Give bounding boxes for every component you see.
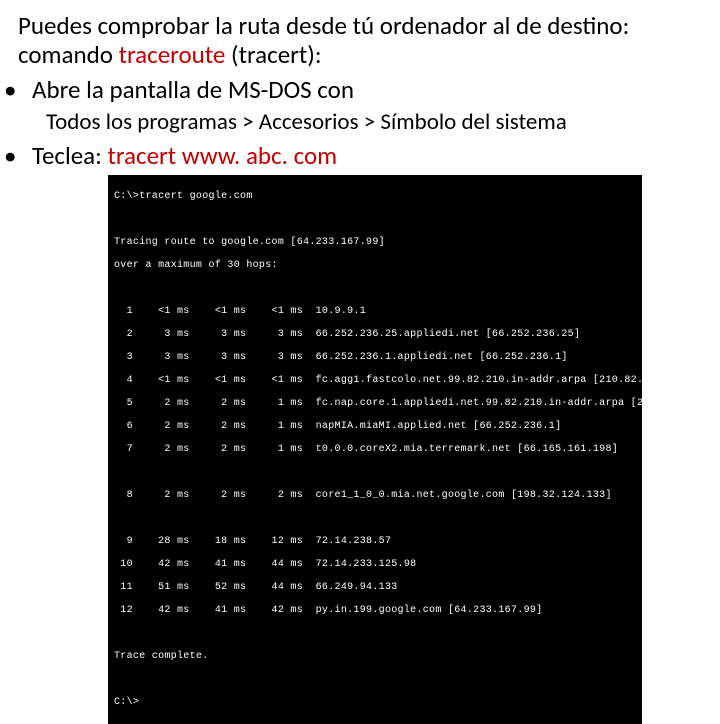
terminal-hop: 5 2 ms 2 ms 1 ms fc.nap.core.1.appliedi.… xyxy=(114,398,636,410)
terminal-prompt: C:\> xyxy=(114,697,636,709)
terminal-blank xyxy=(114,214,636,226)
terminal-window: C:\>tracert google.com Tracing route to … xyxy=(108,175,642,724)
intro-part-c: (tracert): xyxy=(225,39,321,70)
intro-text: Puedes comprobar la ruta desde tú ordena… xyxy=(18,12,702,70)
nav-path: Todos los programas > Accesorios > Símbo… xyxy=(46,108,702,136)
bullet-dot: • xyxy=(18,76,32,105)
bullet-2-a: Teclea: xyxy=(32,140,107,171)
terminal-trace-header: Tracing route to google.com [64.233.167.… xyxy=(114,237,636,249)
bullet-1: •Abre la pantalla de MS-DOS con xyxy=(32,76,702,105)
terminal-hop xyxy=(114,513,636,525)
bullet-2-command: tracert www. abc. com xyxy=(107,140,337,171)
terminal-hop: 12 42 ms 41 ms 42 ms py.in.199.google.co… xyxy=(114,605,636,617)
terminal-complete: Trace complete. xyxy=(114,651,636,663)
terminal-hop: 10 42 ms 41 ms 44 ms 72.14.233.125.98 xyxy=(114,559,636,571)
terminal-trace-maxhops: over a maximum of 30 hops: xyxy=(114,260,636,272)
terminal-hop: 7 2 ms 2 ms 1 ms t0.0.0.coreX2.mia.terre… xyxy=(114,444,636,456)
intro-part-a: Puedes comprobar la ruta desde tú ordena… xyxy=(18,10,629,70)
terminal-blank xyxy=(114,628,636,640)
terminal-prompt: C:\>tracert google.com xyxy=(114,191,636,203)
terminal-hop: 9 28 ms 18 ms 12 ms 72.14.238.57 xyxy=(114,536,636,548)
intro-traceroute: traceroute xyxy=(119,39,226,70)
terminal-hop: 1 <1 ms <1 ms <1 ms 10.9.9.1 xyxy=(114,306,636,318)
terminal-hop: 4 <1 ms <1 ms <1 ms fc.agg1.fastcolo.net… xyxy=(114,375,636,387)
terminal-hop: 6 2 ms 2 ms 1 ms napMIA.miaMI.applied.ne… xyxy=(114,421,636,433)
terminal-blank xyxy=(114,674,636,686)
terminal-hop: 2 3 ms 3 ms 3 ms 66.252.236.25.appliedi.… xyxy=(114,329,636,341)
bullet-dot: • xyxy=(18,142,32,171)
terminal-hop xyxy=(114,467,636,479)
terminal-hop: 11 51 ms 52 ms 44 ms 66.249.94.133 xyxy=(114,582,636,594)
bullet-2: •Teclea: tracert www. abc. com xyxy=(32,142,702,171)
terminal-blank xyxy=(114,283,636,295)
bullet-1-text: Abre la pantalla de MS-DOS con xyxy=(32,74,354,105)
terminal-hop: 3 3 ms 3 ms 3 ms 66.252.236.1.appliedi.n… xyxy=(114,352,636,364)
terminal-hop: 8 2 ms 2 ms 2 ms core1_1_0_0.mia.net.goo… xyxy=(114,490,636,502)
